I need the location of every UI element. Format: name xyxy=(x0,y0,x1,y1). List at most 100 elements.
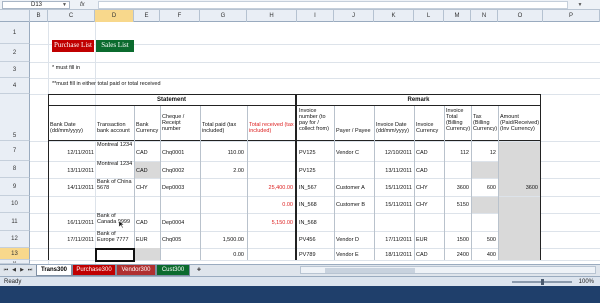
cell-total-received[interactable]: 5,150.00 xyxy=(248,220,293,226)
cell-invoice-date[interactable]: 13/11/2011 xyxy=(375,168,412,174)
cell-invoice-total[interactable]: 2400 xyxy=(445,252,469,258)
prev-sheet-icon[interactable]: ◀ xyxy=(10,266,18,275)
row-header[interactable]: 8 xyxy=(0,161,30,178)
cell-invoice-date[interactable]: 18/11/2011 xyxy=(375,252,412,258)
row-header[interactable]: 3 xyxy=(0,62,30,78)
row-header[interactable]: 1 xyxy=(0,22,30,44)
cell-tax[interactable]: 500 xyxy=(472,237,496,243)
row-header-selected[interactable]: 13 xyxy=(0,248,30,260)
column-header[interactable]: M xyxy=(444,10,471,22)
cell-invoice-number[interactable]: PV456 xyxy=(299,237,316,243)
column-header[interactable]: I xyxy=(297,10,334,22)
cell-payer-payee[interactable]: Customer A xyxy=(336,185,365,191)
cell-invoice-currency[interactable]: CAD xyxy=(416,150,428,156)
zoom-slider-knob[interactable] xyxy=(541,279,544,285)
sheet-tab-trans300[interactable]: Trans300 xyxy=(36,265,72,276)
cell-bank-currency[interactable]: CAD xyxy=(136,150,148,156)
cell-bank-date[interactable]: 16/11/2011 xyxy=(49,220,94,226)
cell-tax[interactable]: 12 xyxy=(472,150,496,156)
cell-cheque-number[interactable]: Chq0001 xyxy=(162,150,184,156)
column-header[interactable]: C xyxy=(48,10,95,22)
sales-list-button[interactable]: Sales List xyxy=(96,40,134,52)
selected-cell-D13[interactable] xyxy=(95,248,135,262)
cell-invoice-number[interactable]: IN_567 xyxy=(299,185,317,191)
cell-payer-payee[interactable]: Customer B xyxy=(336,202,365,208)
column-header[interactable]: B xyxy=(30,10,48,22)
cell-payer-payee[interactable]: Vendor C xyxy=(336,150,359,156)
cell-invoice-number[interactable]: PV789 xyxy=(299,252,316,258)
cell-total-received[interactable]: 25,400.00 xyxy=(248,185,293,191)
last-sheet-icon[interactable]: ⏭ xyxy=(26,266,34,275)
column-header[interactable]: N xyxy=(471,10,498,22)
cell-total-paid[interactable]: 2.00 xyxy=(201,168,244,174)
cell-amount[interactable]: 3600 xyxy=(499,185,538,191)
cell-invoice-number[interactable]: PV125 xyxy=(299,168,316,174)
cell-bank-account[interactable]: Montreal 1234 xyxy=(97,142,134,148)
row-header[interactable]: 2 xyxy=(0,44,30,62)
expand-formula-bar-icon[interactable]: ▼ xyxy=(576,1,584,9)
cell-tax[interactable]: 400 xyxy=(472,252,496,258)
cell-invoice-currency[interactable]: CHY xyxy=(416,185,428,191)
row-header[interactable]: 10 xyxy=(0,196,30,213)
column-header[interactable]: E xyxy=(134,10,160,22)
first-sheet-icon[interactable]: ⏮ xyxy=(2,266,10,275)
row-header[interactable]: 12 xyxy=(0,231,30,248)
column-header[interactable]: F xyxy=(160,10,200,22)
row-header[interactable]: 11 xyxy=(0,213,30,231)
cell-total-paid[interactable]: 1,500.00 xyxy=(201,237,244,243)
row-header[interactable]: 4 xyxy=(0,78,30,94)
column-header[interactable]: P xyxy=(543,10,600,22)
cell-bank-date[interactable]: 14/11/2011 xyxy=(49,185,94,191)
cell-cheque-number[interactable]: Chq0002 xyxy=(162,168,184,174)
cell-invoice-number[interactable]: PV125 xyxy=(299,150,316,156)
insert-sheet-icon[interactable]: ✚ xyxy=(194,266,204,275)
cell-invoice-number[interactable]: IN_568 xyxy=(299,202,317,208)
cell-bank-currency[interactable]: EUR xyxy=(136,237,148,243)
cell-bank-currency[interactable]: CAD xyxy=(136,220,148,226)
formula-input[interactable] xyxy=(98,1,568,9)
sheet-tab-vendor300[interactable]: Vendor300 xyxy=(116,265,156,276)
function-icon[interactable]: fx xyxy=(80,1,85,9)
purchase-list-button[interactable]: Purchase List xyxy=(52,40,94,52)
cell-cheque-number[interactable]: Chq005 xyxy=(162,237,181,243)
column-header[interactable]: H xyxy=(247,10,297,22)
cell-invoice-date[interactable]: 17/11/2011 xyxy=(375,237,412,243)
cell-invoice-date[interactable]: 15/11/2011 xyxy=(375,202,412,208)
cell-invoice-total[interactable]: 1500 xyxy=(445,237,469,243)
scrollbar-thumb[interactable] xyxy=(325,268,415,273)
next-sheet-icon[interactable]: ▶ xyxy=(18,266,26,275)
cell-invoice-number[interactable]: IN_568 xyxy=(299,220,317,226)
name-box-dropdown-icon[interactable]: ▼ xyxy=(62,1,67,9)
cell-invoice-currency[interactable]: EUR xyxy=(416,237,428,243)
cell-bank-date[interactable]: 17/11/2011 xyxy=(49,237,94,243)
cell-bank-date[interactable]: 12/11/2011 xyxy=(49,150,94,156)
row-header[interactable]: 7 xyxy=(0,141,30,161)
cell-invoice-total[interactable]: 5150 xyxy=(445,202,469,208)
cell-bank-account[interactable]: Bank of Canada 9999 xyxy=(97,213,134,225)
cell-invoice-currency[interactable]: CHY xyxy=(416,202,428,208)
cell-bank-currency[interactable]: CAD xyxy=(136,168,148,174)
cell-total-received[interactable]: 0.00 xyxy=(248,202,293,208)
column-header[interactable]: J xyxy=(334,10,374,22)
row-header[interactable]: 5 xyxy=(0,94,30,141)
cell-bank-account[interactable]: Bank of Europe 7777 xyxy=(97,231,134,243)
name-box[interactable]: D13 xyxy=(2,1,70,9)
column-header[interactable]: O xyxy=(498,10,543,22)
cell-bank-account[interactable]: Montreal 1234 xyxy=(97,161,134,167)
cell-invoice-currency[interactable]: CAD xyxy=(416,252,428,258)
sheet-tab-cust300[interactable]: Cust300 xyxy=(156,265,190,276)
cell-payer-payee[interactable]: Vendor D xyxy=(336,237,359,243)
cell-invoice-total[interactable]: 112 xyxy=(445,150,469,156)
cell-invoice-currency[interactable]: CAD xyxy=(416,168,428,174)
sheet-tab-purchase300[interactable]: Purchase300 xyxy=(72,265,116,276)
column-header[interactable]: L xyxy=(414,10,444,22)
cell-invoice-date[interactable]: 12/10/2011 xyxy=(375,150,412,156)
column-header[interactable]: D xyxy=(95,10,134,22)
cell-cheque-number[interactable]: Dep0003 xyxy=(162,185,184,191)
cell-invoice-date[interactable]: 15/11/2011 xyxy=(375,185,412,191)
cell-tax[interactable]: 600 xyxy=(472,185,496,191)
select-all-corner[interactable] xyxy=(0,10,30,22)
cell-total-paid[interactable]: 0.00 xyxy=(201,252,244,258)
cell-total-paid[interactable]: 110.00 xyxy=(201,150,244,156)
cell-bank-date[interactable]: 13/11/2011 xyxy=(49,168,94,174)
